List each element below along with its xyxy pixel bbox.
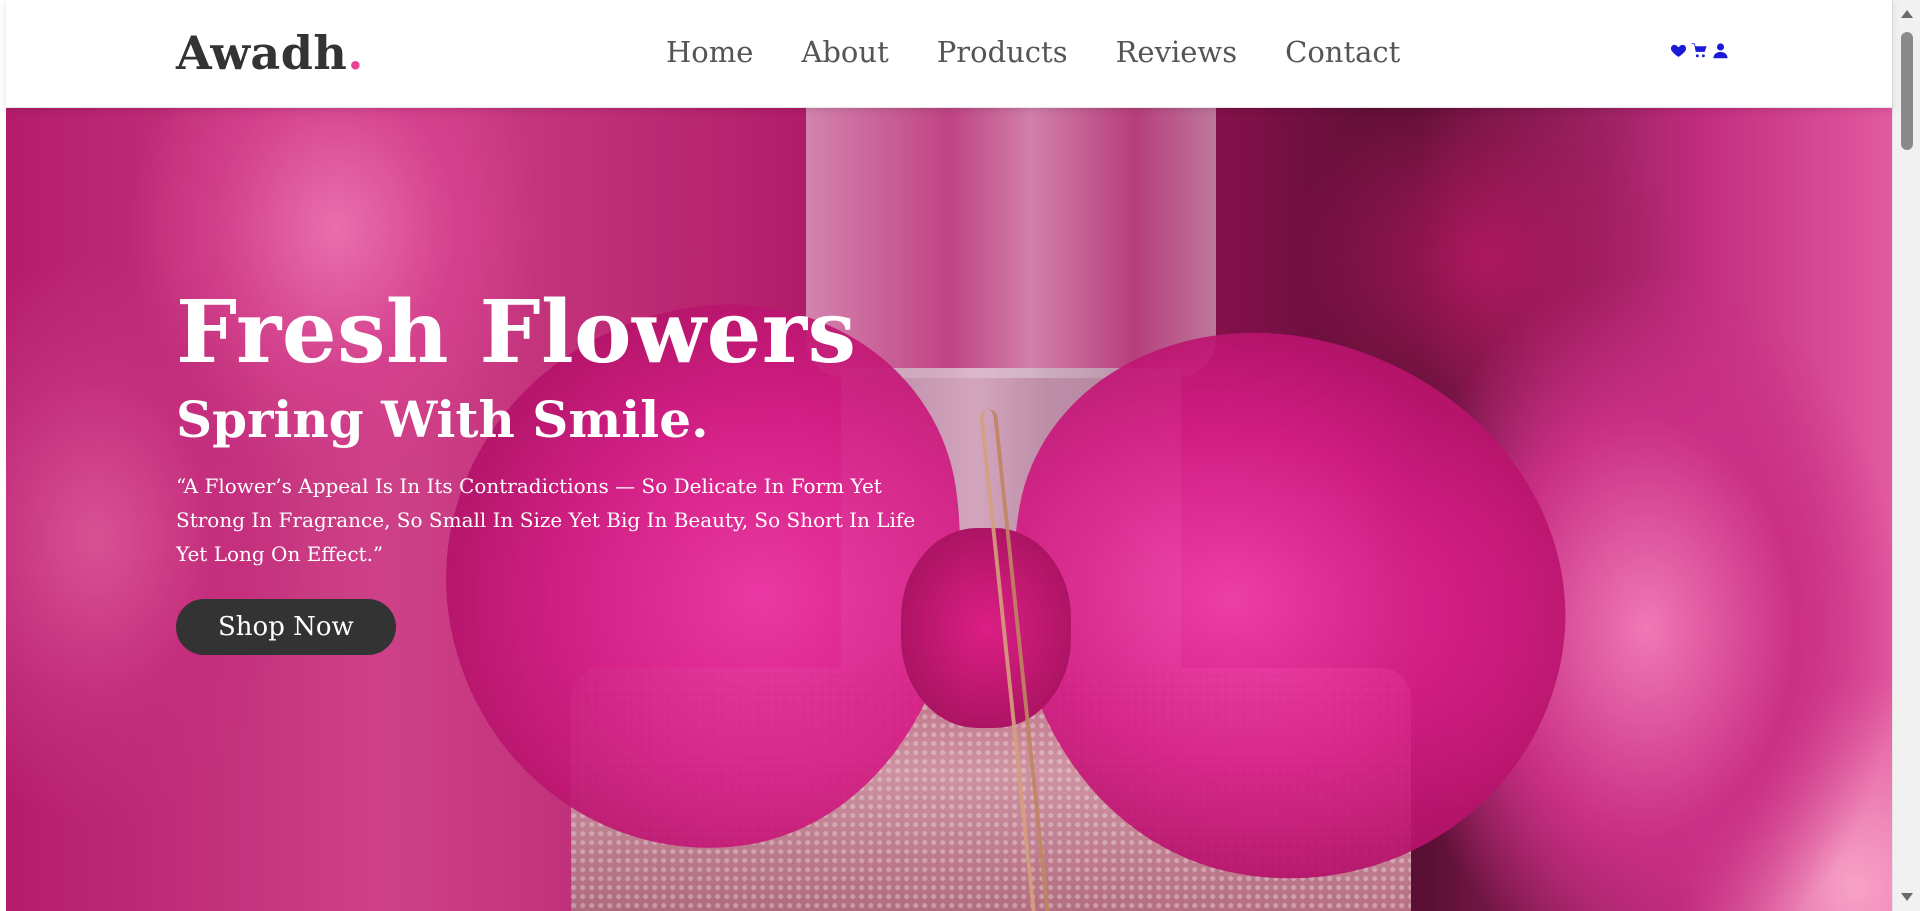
hero-quote: “A Flower’s Appeal Is In Its Contradicti… bbox=[176, 474, 916, 567]
hero-banner: Fresh Flowers Spring With Smile. “A Flow… bbox=[6, 108, 1892, 911]
site-header: Awadh. Home About Products Reviews Conta… bbox=[6, 0, 1892, 108]
nav-link-home[interactable]: Home bbox=[666, 34, 753, 70]
brand-dot: . bbox=[347, 26, 364, 80]
page-scrollbar[interactable] bbox=[1892, 0, 1920, 911]
scrollbar-thumb[interactable] bbox=[1901, 32, 1913, 150]
hero-content: Fresh Flowers Spring With Smile. “A Flow… bbox=[176, 282, 936, 656]
nav-link-about[interactable]: About bbox=[801, 34, 888, 70]
heart-icon[interactable] bbox=[1670, 42, 1687, 59]
main-nav: Home About Products Reviews Contact bbox=[666, 34, 1448, 70]
shopping-cart-icon[interactable] bbox=[1691, 42, 1708, 59]
brand-logo[interactable]: Awadh. bbox=[176, 26, 364, 80]
shop-now-button[interactable]: Shop Now bbox=[176, 599, 396, 656]
header-icons bbox=[1670, 42, 1729, 59]
nav-link-reviews[interactable]: Reviews bbox=[1116, 34, 1238, 70]
nav-link-products[interactable]: Products bbox=[937, 34, 1068, 70]
user-icon[interactable] bbox=[1712, 42, 1729, 59]
browser-viewport: Awadh. Home About Products Reviews Conta… bbox=[0, 0, 1920, 911]
hero-subtitle: Spring With Smile. bbox=[176, 390, 709, 450]
nav-link-contact[interactable]: Contact bbox=[1285, 34, 1400, 70]
scroll-down-arrow-icon[interactable] bbox=[1901, 893, 1913, 901]
scroll-up-arrow-icon[interactable] bbox=[1901, 10, 1913, 18]
hero-title: Fresh Flowers bbox=[176, 282, 857, 383]
brand-name: Awadh bbox=[176, 26, 348, 80]
